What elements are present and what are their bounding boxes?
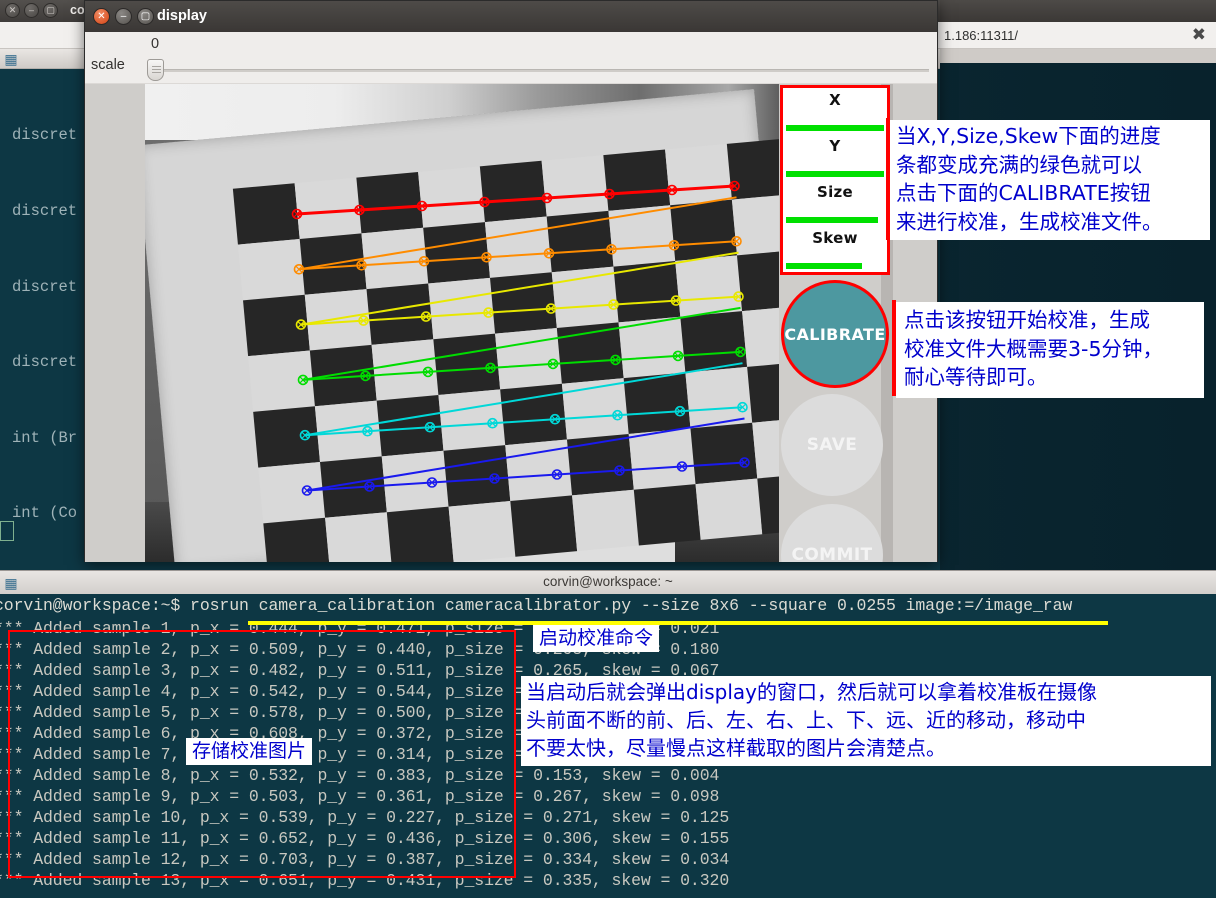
background-window-title: co: [70, 3, 85, 17]
terminal-title: corvin@workspace: ~: [543, 574, 673, 589]
command-underline: [248, 621, 1108, 625]
meter-track: [786, 171, 884, 177]
overlay-diagonal: [302, 306, 741, 381]
background-window-toolstrip-right: [940, 49, 1216, 63]
meter-track: [786, 217, 884, 223]
overlay-polyline: [302, 350, 741, 381]
meter-fill: [786, 125, 884, 131]
url-bar[interactable]: 1.186:11311/ ✖: [940, 22, 1216, 49]
display-window-title: display: [157, 8, 207, 24]
save-button[interactable]: SAVE: [781, 394, 883, 496]
meter-label: Size: [816, 183, 854, 201]
camera-canvas: X Y Size Skew CALIBRATE SAVE COMMIT: [85, 84, 937, 562]
callout-usage: 当启动后就会弹出display的窗口，然后就可以拿着校准板在摄像 头前面不断的前…: [521, 676, 1211, 766]
background-window-controls[interactable]: ✕ – ▢: [5, 3, 58, 18]
maximize-icon[interactable]: ▢: [137, 8, 154, 25]
meter-y: Y: [783, 134, 887, 180]
terminal-cursor: [0, 521, 14, 541]
calibration-meters: X Y Size Skew: [780, 85, 890, 275]
overlay-diagonal: [306, 417, 745, 492]
close-icon[interactable]: ✕: [5, 3, 20, 18]
scale-label: scale: [91, 57, 125, 73]
callout-launch-command: 启动校准命令: [533, 625, 660, 652]
overlay-polyline: [300, 295, 739, 326]
scale-value: 0: [151, 36, 160, 52]
camera-image: [145, 84, 779, 562]
meter-label: Y: [829, 137, 841, 155]
scale-slider-track[interactable]: [153, 69, 929, 72]
minimize-icon[interactable]: –: [24, 3, 39, 18]
meter-label: Skew: [812, 229, 858, 247]
callout-meters: 当X,Y,Size,Skew下面的进度 条都变成充满的绿色就可以 点击下面的CA…: [890, 120, 1210, 240]
overlay-diagonal: [304, 362, 743, 437]
terminal-titlebar[interactable]: ▦ corvin@workspace: ~: [0, 570, 1216, 594]
meter-fill: [786, 217, 879, 223]
grid-icon[interactable]: ▦: [3, 51, 19, 67]
meter-fill: [786, 171, 884, 177]
overlay-polyline: [304, 406, 743, 437]
minimize-icon[interactable]: –: [115, 8, 132, 25]
meter-skew: Skew: [783, 226, 887, 272]
overlay-diagonal: [298, 196, 737, 271]
terminal-prompt-line: corvin@workspace:~$ rosrun camera_calibr…: [0, 596, 1073, 615]
scale-slider-row: scale 0: [85, 32, 937, 84]
meter-track: [786, 125, 884, 131]
callout-calibrate: 点击该按钮开始校准，生成 校准文件大概需要3-5分钟， 耐心等待即可。: [896, 302, 1204, 398]
url-text: 1.186:11311/: [944, 27, 1018, 43]
meter-size: Size: [783, 180, 887, 226]
meter-fill: [786, 263, 863, 269]
display-window: ✕ – ▢ display scale 0 X Y Size Skew CALI…: [84, 0, 938, 562]
display-window-controls[interactable]: ✕ – ▢: [93, 8, 154, 25]
calibrate-button[interactable]: CALIBRATE: [781, 280, 889, 388]
commit-button[interactable]: COMMIT: [781, 504, 883, 562]
meter-track: [786, 263, 884, 269]
overlay-polyline: [298, 240, 737, 271]
meter-label: X: [829, 91, 841, 109]
close-icon[interactable]: ✕: [93, 8, 110, 25]
display-window-titlebar[interactable]: ✕ – ▢ display: [85, 1, 937, 32]
calibration-overlay: [291, 180, 750, 496]
meter-x: X: [783, 88, 887, 134]
overlay-polyline: [306, 461, 745, 492]
overlay-diagonal: [300, 251, 739, 326]
overlay-polyline: [296, 184, 735, 216]
callout-store-images: 存储校准图片: [186, 738, 313, 765]
screen: ✕ – ▢ co 1.186:11311/ ✖ ▦ discret discre…: [0, 0, 1216, 898]
maximize-icon[interactable]: ▢: [43, 3, 58, 18]
background-window-titlebar-right: [940, 0, 1216, 22]
close-icon[interactable]: ✖: [1192, 25, 1206, 45]
scale-slider-thumb[interactable]: [147, 59, 164, 81]
